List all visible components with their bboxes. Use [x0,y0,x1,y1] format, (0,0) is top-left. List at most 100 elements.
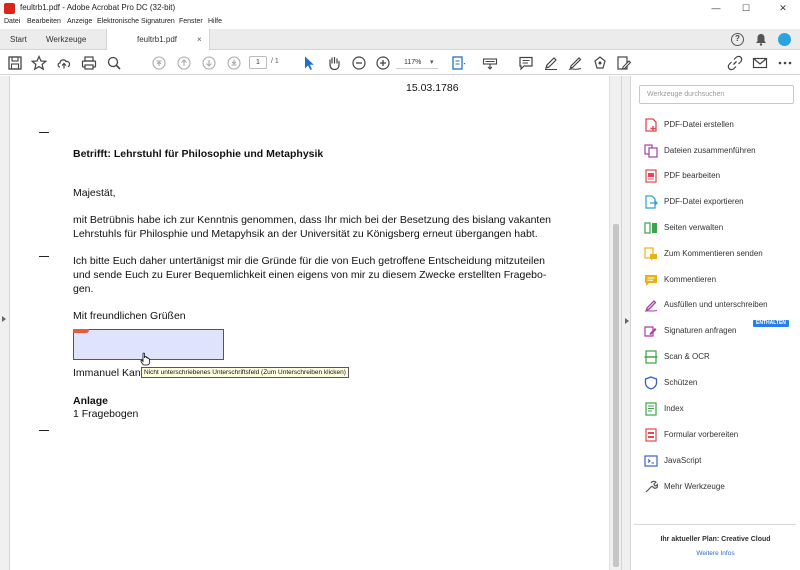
tab-document[interactable]: feultrb1.pdf × [106,29,210,50]
title-bar: feultrb1.pdf - Adobe Acrobat Pro DC (32-… [0,0,800,17]
tool-label: Kommentieren [664,275,717,284]
scan-ocr-icon [644,350,658,364]
next-page-icon[interactable] [201,55,217,71]
tool-kommentieren[interactable]: Kommentieren [644,272,794,290]
more-info-link[interactable]: Weitere Infos [631,550,800,557]
collapse-tools-pane-icon[interactable] [625,318,629,324]
index-icon [644,402,658,416]
last-page-icon[interactable] [226,55,242,71]
signature-tooltip: Nicht unterschriebenes Unterschriftsfeld… [141,367,349,378]
zoom-in-icon[interactable] [375,55,391,71]
plan-divider [634,524,796,525]
tool-label: Ausfüllen und unterschreiben [664,300,768,309]
select-cursor-icon[interactable] [301,55,317,71]
menu-elektronische-signaturen[interactable]: Elektronische Signaturen [97,18,175,25]
pdf-page[interactable]: 15.03.1786 Betrifft: Lehrstuhl für Philo… [11,76,609,570]
hand-pointer-cursor-icon [139,352,151,366]
comment-toolbar-icon[interactable] [518,55,534,71]
tool-pdf-erstellen[interactable]: PDF-Datei erstellen [644,117,794,135]
left-panel-collapsed[interactable] [0,76,10,570]
window-title: feultrb1.pdf - Adobe Acrobat Pro DC (32-… [20,3,176,12]
help-icon[interactable]: ? [731,33,744,46]
letter-salutation: Majestät, [73,187,116,199]
stamp-icon[interactable] [592,55,608,71]
tool-schuetzen[interactable]: Schützen [644,375,794,393]
fit-page-icon[interactable] [451,55,467,71]
search-zoom-icon[interactable] [106,55,122,71]
bookmark-star-icon[interactable] [31,55,47,71]
scrollbar-thumb[interactable] [613,224,619,567]
print-icon[interactable] [81,55,97,71]
hand-tool-icon[interactable] [326,55,342,71]
tab-document-label: feultrb1.pdf [137,35,178,44]
fold-mark-top [39,132,49,133]
tool-mehr-werkzeuge[interactable]: Mehr Werkzeuge [644,479,794,497]
tool-index[interactable]: Index [644,401,794,419]
zoom-level-value: 117% [404,59,422,66]
tool-pdf-exportieren[interactable]: PDF-Datei exportieren [644,194,794,212]
zoom-out-icon[interactable] [351,55,367,71]
previous-page-icon[interactable] [176,55,192,71]
fold-mark-middle [39,256,49,257]
zoom-level-select[interactable]: 117% ▾ [396,56,438,69]
minimize-button[interactable]: — [701,0,731,17]
tool-label: Index [664,404,684,413]
menu-datei[interactable]: Datei [4,18,20,25]
close-window-button[interactable]: ✕ [768,0,798,17]
tool-scan-ocr[interactable]: Scan & OCR [644,349,794,367]
account-avatar-icon[interactable] [778,33,791,46]
share-link-icon[interactable] [727,55,743,71]
comment-icon [644,273,658,287]
tools-search-input[interactable]: Werkzeuge durchsuchen [639,85,794,104]
bell-icon[interactable] [755,33,767,46]
tool-label: PDF-Datei erstellen [664,120,734,129]
tool-label: Zum Kommentieren senden [664,249,763,258]
tool-ausfuellen-und-unterschreiben[interactable]: Ausfüllen und unterschreiben [644,297,794,315]
keyboard-read-mode-icon[interactable] [482,55,498,71]
enclosure-heading: Anlage [73,395,109,407]
fill-form-icon[interactable] [616,55,632,71]
organize-pages-icon [644,221,658,235]
edit-pdf-icon [644,169,658,183]
more-menu-icon[interactable] [777,55,793,71]
save-icon[interactable] [7,55,23,71]
letter-subject: Betrifft: Lehrstuhl für Philosophie und … [73,148,324,160]
paragraph-1-line-2: Lehrstuhls für Philosphie und Metapyhsik… [73,228,538,240]
tool-label: PDF bearbeiten [664,171,721,180]
highlight-pen-icon[interactable] [543,55,559,71]
tab-werkzeuge[interactable]: Werkzeuge [46,29,86,50]
email-icon[interactable] [752,55,768,71]
tool-zum-kommentieren-senden[interactable]: Zum Kommentieren senden [644,246,794,264]
tool-label: Mehr Werkzeuge [664,482,725,491]
maximize-button[interactable]: ☐ [731,0,761,17]
tool-javascript[interactable]: JavaScript [644,453,794,471]
page-number-input[interactable]: 1 [249,56,267,69]
menu-bearbeiten[interactable]: Bearbeiten [27,18,61,25]
send-for-comments-icon [644,247,658,261]
first-page-icon[interactable] [151,55,167,71]
menu-hilfe[interactable]: Hilfe [208,18,222,25]
tool-label: PDF-Datei exportieren [664,197,744,206]
request-signatures-icon [644,324,658,338]
tool-label: Formular vorbereiten [664,430,739,439]
draw-sign-icon[interactable] [567,55,583,71]
tool-pdf-bearbeiten[interactable]: PDF bearbeiten [644,168,794,186]
tab-start[interactable]: Start [10,29,27,50]
tab-close-button[interactable]: × [197,29,202,50]
combine-files-icon [644,144,658,158]
javascript-icon [644,454,658,468]
vertical-scrollbar[interactable] [609,76,621,570]
expand-left-panel-icon[interactable] [2,316,6,322]
tool-signaturen-anfragen[interactable]: Signaturen anfragen [644,323,794,341]
paragraph-2-line-3: gen. [73,283,94,295]
menu-fenster[interactable]: Fenster [179,18,203,25]
menu-anzeige[interactable]: Anzeige [67,18,92,25]
fold-mark-bottom [39,430,49,431]
tool-formular-vorbereiten[interactable]: Formular vorbereiten [644,427,794,445]
tool-dateien-zusammenfuehren[interactable]: Dateien zusammenführen [644,143,794,161]
cloud-upload-icon[interactable] [56,55,72,71]
tool-seiten-verwalten[interactable]: Seiten verwalten [644,220,794,238]
tab-bar: Start Werkzeuge feultrb1.pdf × ? [0,29,800,50]
tool-label: Dateien zusammenführen [664,146,756,155]
pane-splitter[interactable] [621,76,631,570]
